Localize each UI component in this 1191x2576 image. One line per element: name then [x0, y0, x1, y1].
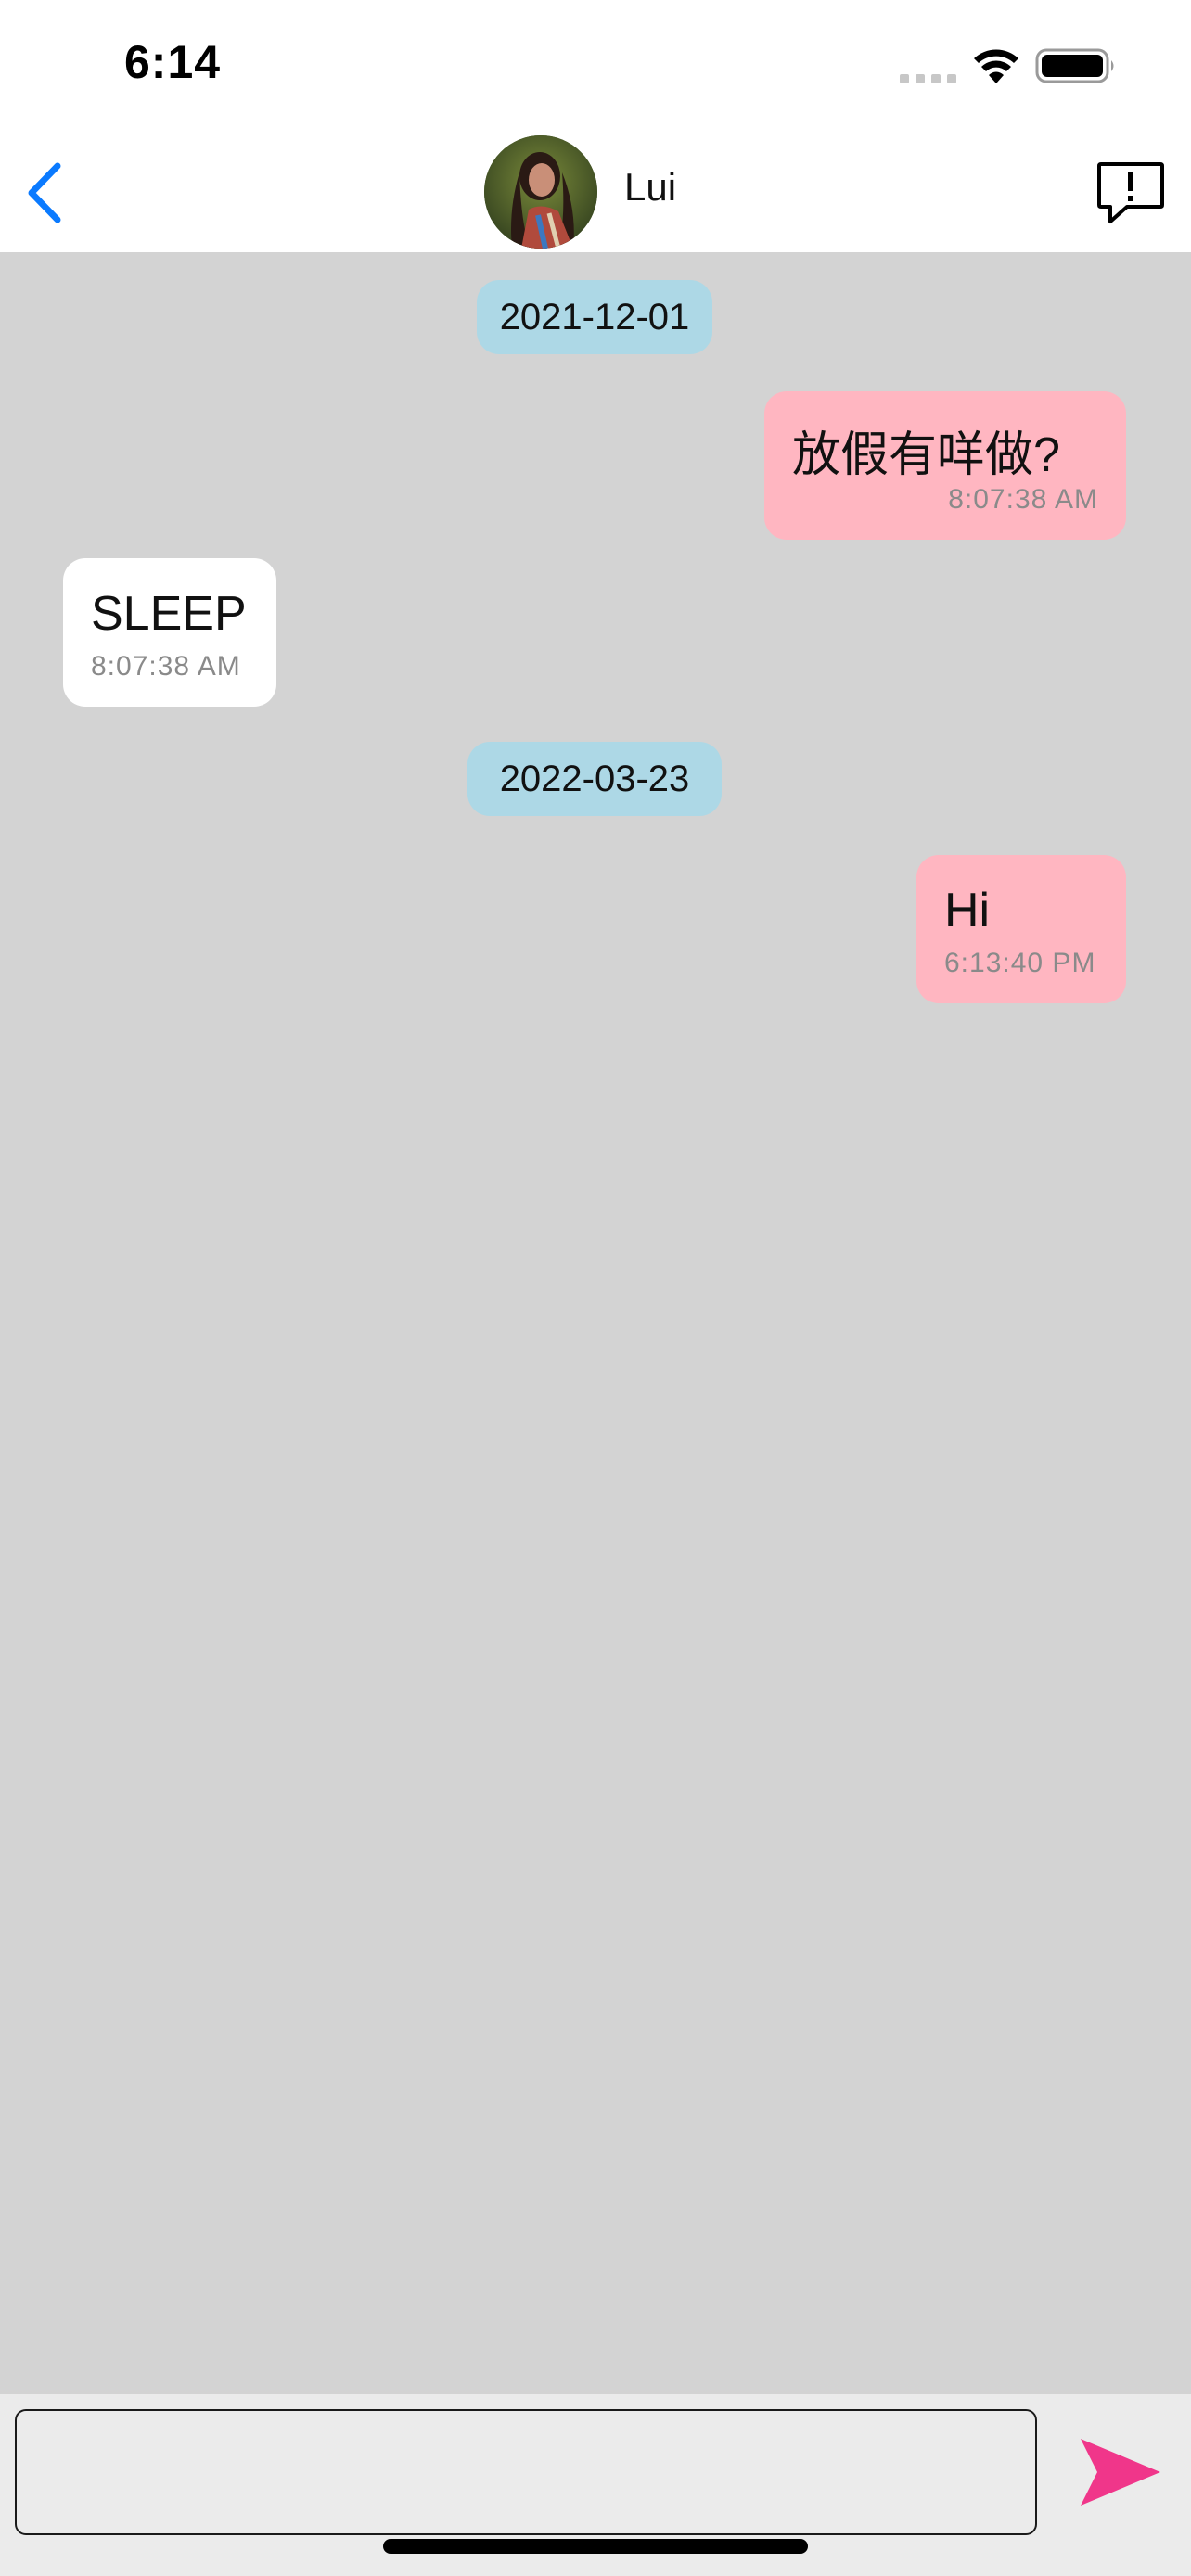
cellular-signal-icon — [900, 74, 956, 83]
report-message-icon — [1097, 162, 1164, 223]
contact-name: Lui — [624, 165, 677, 209]
message-input[interactable] — [15, 2409, 1037, 2535]
message-text: SLEEP — [91, 587, 247, 641]
message-time: 8:07:38 AM — [948, 484, 1098, 515]
message-list[interactable]: 2021-12-01 放假有咩做? 8:07:38 AM SLEEP 8:07:… — [0, 252, 1191, 2394]
date-divider: 2022-03-23 — [467, 742, 722, 816]
report-button[interactable] — [1091, 156, 1171, 230]
wifi-icon — [974, 49, 1018, 83]
date-label: 2022-03-23 — [499, 758, 690, 799]
back-button[interactable] — [11, 156, 78, 230]
message-bubble-received[interactable]: SLEEP 8:07:38 AM — [63, 558, 276, 707]
message-bubble-sent[interactable]: 放假有咩做? 8:07:38 AM — [764, 391, 1126, 540]
message-text: Hi — [944, 884, 991, 937]
date-divider: 2021-12-01 — [477, 280, 712, 354]
message-bubble-sent[interactable]: Hi 6:13:40 PM — [916, 855, 1126, 1003]
battery-icon — [1035, 48, 1114, 83]
avatar-image — [484, 135, 597, 249]
send-button[interactable] — [1076, 2435, 1165, 2509]
status-bar: 6:14 — [0, 0, 1191, 130]
home-indicator — [383, 2539, 808, 2554]
contact-avatar[interactable] — [484, 135, 597, 249]
date-label: 2021-12-01 — [499, 296, 690, 338]
chevron-left-icon — [28, 162, 61, 223]
message-time: 6:13:40 PM — [944, 948, 1096, 978]
send-arrow-icon — [1081, 2439, 1160, 2506]
message-text: 放假有咩做? — [792, 428, 1060, 482]
chat-header: Lui — [0, 130, 1191, 252]
message-time: 8:07:38 AM — [91, 651, 241, 682]
status-time: 6:14 — [124, 36, 222, 88]
